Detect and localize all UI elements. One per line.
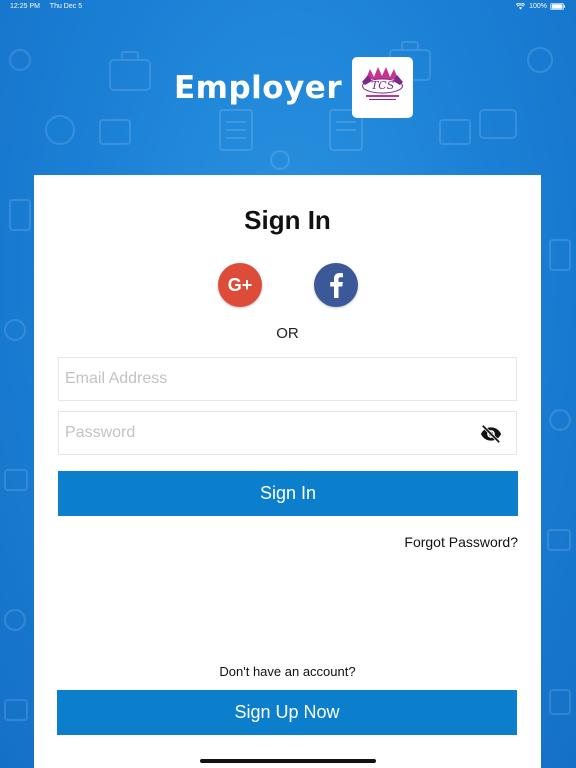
facebook-signin-button[interactable] [314, 263, 358, 307]
battery-percent: 100% [529, 3, 547, 10]
status-time: 12:25 PM [10, 3, 40, 10]
facebook-icon [330, 273, 343, 298]
google-plus-icon: G+ [227, 274, 253, 295]
wifi-icon [516, 3, 526, 10]
battery-icon [550, 3, 565, 10]
signin-title: Sign In [244, 205, 331, 235]
password-field-container [58, 411, 517, 455]
email-input[interactable] [59, 358, 465, 400]
or-divider: OR [276, 325, 299, 342]
company-logo: TCS [352, 57, 414, 118]
brand-header: Employer TCS [174, 57, 414, 118]
google-signin-button[interactable]: G+ [218, 263, 262, 307]
eye-off-icon[interactable] [480, 423, 502, 445]
signin-button[interactable]: Sign In [58, 471, 518, 516]
status-right: 100% [516, 3, 566, 10]
no-account-prompt: Don't have an account? [219, 664, 356, 679]
logo-text: TCS [370, 79, 395, 92]
password-input[interactable] [59, 412, 465, 454]
signup-button[interactable]: Sign Up Now [57, 690, 517, 735]
forgot-password-link[interactable]: Forgot Password? [404, 534, 518, 550]
signin-card: Sign In G+ OR Sign In Forgot Password? [34, 175, 541, 768]
status-date: Thu Dec 5 [49, 3, 83, 10]
email-field-container [58, 357, 517, 401]
app-screen: 12:25 PM Thu Dec 5 100% Employer TCS Sig… [0, 0, 576, 768]
status-bar: 12:25 PM Thu Dec 5 100% [0, 0, 576, 14]
status-left: 12:25 PM Thu Dec 5 [10, 3, 90, 10]
home-indicator[interactable] [200, 759, 376, 763]
brand-title: Employer [174, 69, 343, 106]
